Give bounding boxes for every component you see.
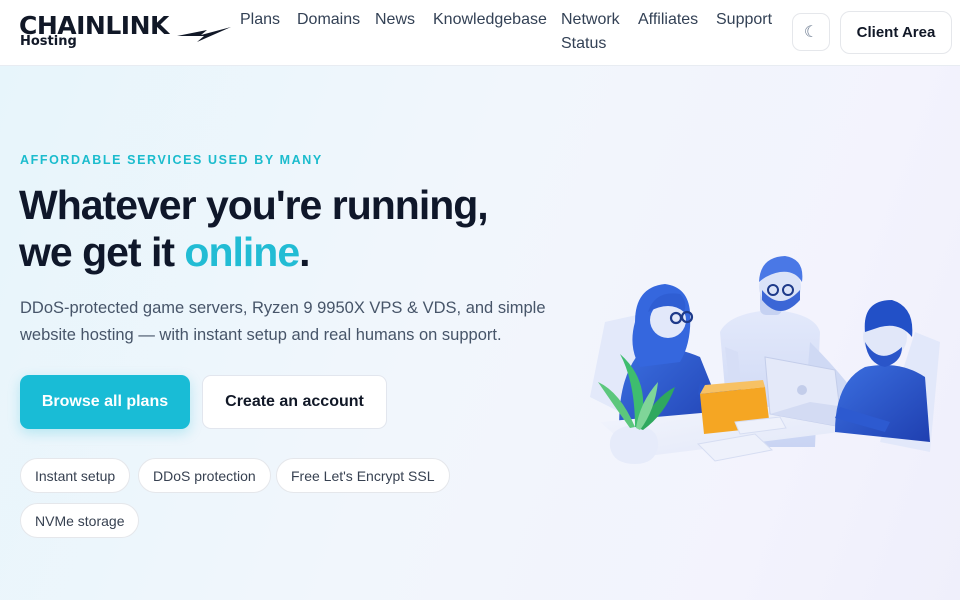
hero-eyebrow: AFFORDABLE SERVICES USED BY MANY xyxy=(20,153,323,167)
headline-line-2-prefix: we get it xyxy=(19,229,185,275)
nav-support[interactable]: Support xyxy=(716,8,772,32)
hero-description: DDoS-protected game servers, Ryzen 9 995… xyxy=(20,299,546,344)
nav-affiliates[interactable]: Affiliates xyxy=(638,8,698,32)
nav-news[interactable]: News xyxy=(375,8,415,32)
feature-pill-ssl: Free Let's Encrypt SSL xyxy=(276,458,450,493)
headline-suffix: . xyxy=(299,229,310,275)
team-illustration xyxy=(590,256,940,464)
client-area-button[interactable]: Client Area xyxy=(840,11,952,54)
theme-toggle-button[interactable]: ☾ xyxy=(792,13,830,51)
hero-headline: Whatever you're running, we get it onlin… xyxy=(19,182,539,276)
moon-icon: ☾ xyxy=(803,24,819,41)
nav-knowledgebase[interactable]: Knowledgebase xyxy=(433,8,547,32)
nav-plans[interactable]: Plans xyxy=(240,8,280,32)
feature-pill-nvme: NVMe storage xyxy=(20,503,140,538)
brand-logo[interactable]: CHAINLINK Hosting xyxy=(19,10,231,54)
create-account-button[interactable]: Create an account xyxy=(202,375,387,429)
nav-domains[interactable]: Domains xyxy=(297,8,360,32)
lightning-bolt-icon xyxy=(177,27,231,42)
feature-pill-instant-setup: Instant setup xyxy=(20,458,131,493)
hero-section: AFFORDABLE SERVICES USED BY MANY Whateve… xyxy=(0,66,960,600)
browse-plans-button[interactable]: Browse all plans xyxy=(20,375,190,429)
site-header: CHAINLINK Hosting Plans Domains News Kno… xyxy=(0,0,960,66)
logo-subtitle: Hosting xyxy=(20,34,77,49)
feature-pill-ddos: DDoS protection xyxy=(138,458,271,493)
headline-line-1: Whatever you're running, xyxy=(19,182,489,228)
headline-accent: online xyxy=(184,229,300,275)
nav-network-status[interactable]: Network Status xyxy=(561,8,631,56)
